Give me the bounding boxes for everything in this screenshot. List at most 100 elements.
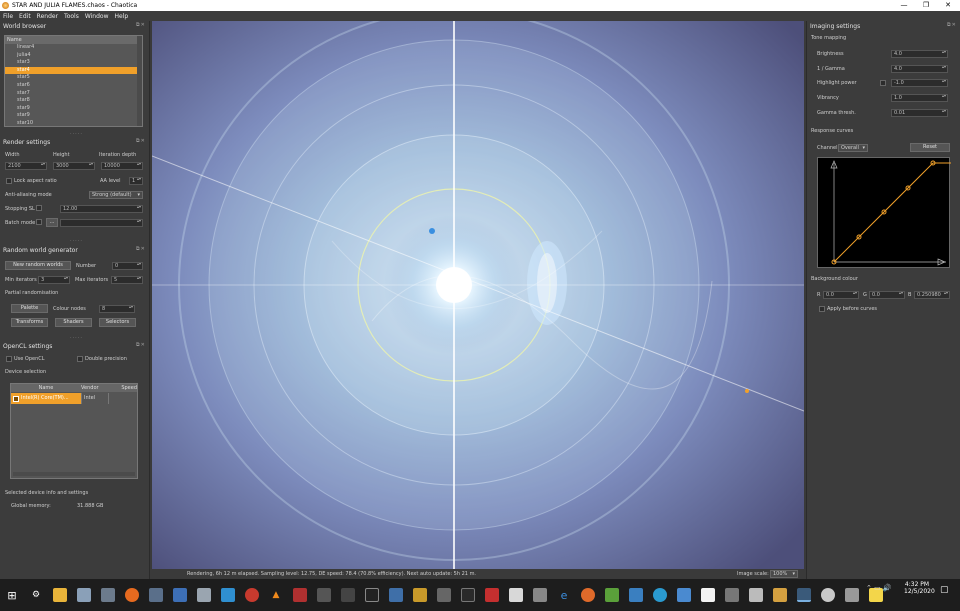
batch-mode-checkbox[interactable]: [36, 219, 42, 225]
document-icon[interactable]: [701, 588, 715, 602]
width-input[interactable]: 2100: [5, 162, 47, 170]
app-icon[interactable]: [749, 588, 763, 602]
calculator-icon[interactable]: [149, 588, 163, 602]
blue-input[interactable]: 0.250980: [914, 291, 950, 299]
dock-float-close-icon[interactable]: ⧉✕: [136, 246, 146, 252]
firefox-icon[interactable]: [125, 588, 139, 602]
highlight-power-checkbox[interactable]: [880, 80, 886, 86]
reset-curve-button[interactable]: Reset: [910, 143, 950, 152]
vlc-icon[interactable]: ▲: [269, 588, 283, 602]
app-icon[interactable]: [725, 588, 739, 602]
app-icon[interactable]: [629, 588, 643, 602]
app-icon[interactable]: [437, 588, 451, 602]
app-icon[interactable]: [461, 588, 475, 602]
app-icon[interactable]: [245, 588, 259, 602]
world-item[interactable]: star5: [5, 74, 142, 82]
splitter-handle[interactable]: .....: [70, 237, 83, 243]
menu-file[interactable]: File: [3, 13, 13, 20]
dock-float-close-icon[interactable]: ⧉✕: [136, 138, 146, 144]
world-list-scrollbar[interactable]: [137, 36, 142, 126]
apply-before-curves-checkbox[interactable]: [819, 306, 825, 312]
file-explorer-icon[interactable]: [53, 588, 67, 602]
world-list-header[interactable]: Name: [5, 36, 142, 44]
height-input[interactable]: 3000: [53, 162, 95, 170]
col-name[interactable]: Name: [11, 384, 81, 392]
app-icon[interactable]: [413, 588, 427, 602]
app-icon[interactable]: [581, 588, 595, 602]
app-icon[interactable]: [317, 588, 331, 602]
app-icon[interactable]: [341, 588, 355, 602]
number-input[interactable]: 0: [112, 262, 143, 270]
render-viewport[interactable]: [152, 21, 804, 569]
world-item[interactable]: star6: [5, 82, 142, 90]
stopping-sl-checkbox[interactable]: [36, 205, 42, 211]
app-icon[interactable]: [773, 588, 787, 602]
app-icon[interactable]: [221, 588, 235, 602]
world-item[interactable]: star9: [5, 105, 142, 113]
dock-float-close-icon[interactable]: ⧉✕: [947, 22, 957, 28]
app-icon[interactable]: [653, 588, 667, 602]
channel-dropdown[interactable]: Overall: [838, 144, 868, 152]
menu-render[interactable]: Render: [37, 13, 58, 20]
app-icon[interactable]: [173, 588, 187, 602]
batch-browse-button[interactable]: ...: [46, 218, 58, 227]
aa-level-input[interactable]: 1: [129, 177, 143, 185]
palette-button[interactable]: Palette: [11, 304, 48, 313]
app-icon[interactable]: [293, 588, 307, 602]
maximize-button[interactable]: ❐: [915, 0, 937, 11]
stopping-sl-input[interactable]: 12.00: [60, 205, 143, 213]
device-checkbox[interactable]: [13, 395, 19, 402]
col-vendor[interactable]: Vendor: [81, 384, 109, 392]
menu-edit[interactable]: Edit: [19, 13, 31, 20]
green-input[interactable]: 0.0: [869, 291, 905, 299]
menu-tools[interactable]: Tools: [64, 13, 79, 20]
splitter-handle[interactable]: .....: [70, 130, 83, 136]
close-button[interactable]: ✕: [937, 0, 959, 11]
dock-float-close-icon[interactable]: ⧉✕: [136, 22, 146, 28]
use-opencl-checkbox[interactable]: [6, 356, 12, 362]
notifications-icon[interactable]: ▢: [940, 585, 949, 595]
gamma-threshold-input[interactable]: 0.01: [891, 109, 948, 117]
iteration-depth-input[interactable]: 10000: [101, 162, 143, 170]
menu-window[interactable]: Window: [85, 13, 109, 20]
app-icon[interactable]: [77, 588, 91, 602]
world-item-selected[interactable]: star4: [5, 66, 142, 75]
chaotica-taskbar-icon[interactable]: [797, 588, 811, 602]
device-table-hscroll[interactable]: [13, 472, 135, 476]
world-item[interactable]: linear4: [5, 44, 142, 52]
splitter-handle[interactable]: .....: [70, 334, 83, 340]
world-item[interactable]: star8: [5, 97, 142, 105]
transforms-button[interactable]: Transforms: [11, 318, 48, 327]
settings-icon[interactable]: ⚙: [29, 588, 43, 602]
shaders-button[interactable]: Shaders: [55, 318, 92, 327]
min-iterators-input[interactable]: 3: [38, 276, 70, 284]
aa-mode-dropdown[interactable]: Strong (default): [89, 191, 143, 199]
vibrancy-input[interactable]: 1.0: [891, 94, 948, 102]
lock-aspect-checkbox[interactable]: [6, 178, 12, 184]
minimize-button[interactable]: —: [893, 0, 915, 11]
batch-path-input[interactable]: [60, 219, 143, 227]
app-icon[interactable]: [845, 588, 859, 602]
image-scale-dropdown[interactable]: 100%: [770, 570, 798, 578]
gamma-input[interactable]: 4.0: [891, 65, 948, 73]
world-item[interactable]: star7: [5, 90, 142, 98]
app-icon[interactable]: [509, 588, 523, 602]
response-curve-editor[interactable]: [817, 157, 951, 268]
system-tray-icons[interactable]: ⌃ ▭ 🔊: [866, 584, 892, 592]
col-speed[interactable]: Speed: [109, 384, 137, 392]
highlight-power-input[interactable]: -1.0: [891, 79, 948, 87]
app-icon[interactable]: [389, 588, 403, 602]
clock[interactable]: 4:32 PM 12/5/2020: [904, 581, 935, 595]
app-icon[interactable]: [197, 588, 211, 602]
app-icon[interactable]: [485, 588, 499, 602]
double-precision-checkbox[interactable]: [77, 356, 83, 362]
selectors-button[interactable]: Selectors: [99, 318, 136, 327]
app-icon[interactable]: [101, 588, 115, 602]
red-input[interactable]: 0.0: [823, 291, 859, 299]
world-item[interactable]: julia4: [5, 52, 142, 60]
terminal-icon[interactable]: [365, 588, 379, 602]
world-item[interactable]: star3: [5, 59, 142, 67]
new-random-worlds-button[interactable]: New random worlds: [5, 261, 71, 270]
max-iterators-input[interactable]: 5: [111, 276, 143, 284]
device-name-cell[interactable]: Intel(R) Core(TM)...: [11, 393, 81, 404]
